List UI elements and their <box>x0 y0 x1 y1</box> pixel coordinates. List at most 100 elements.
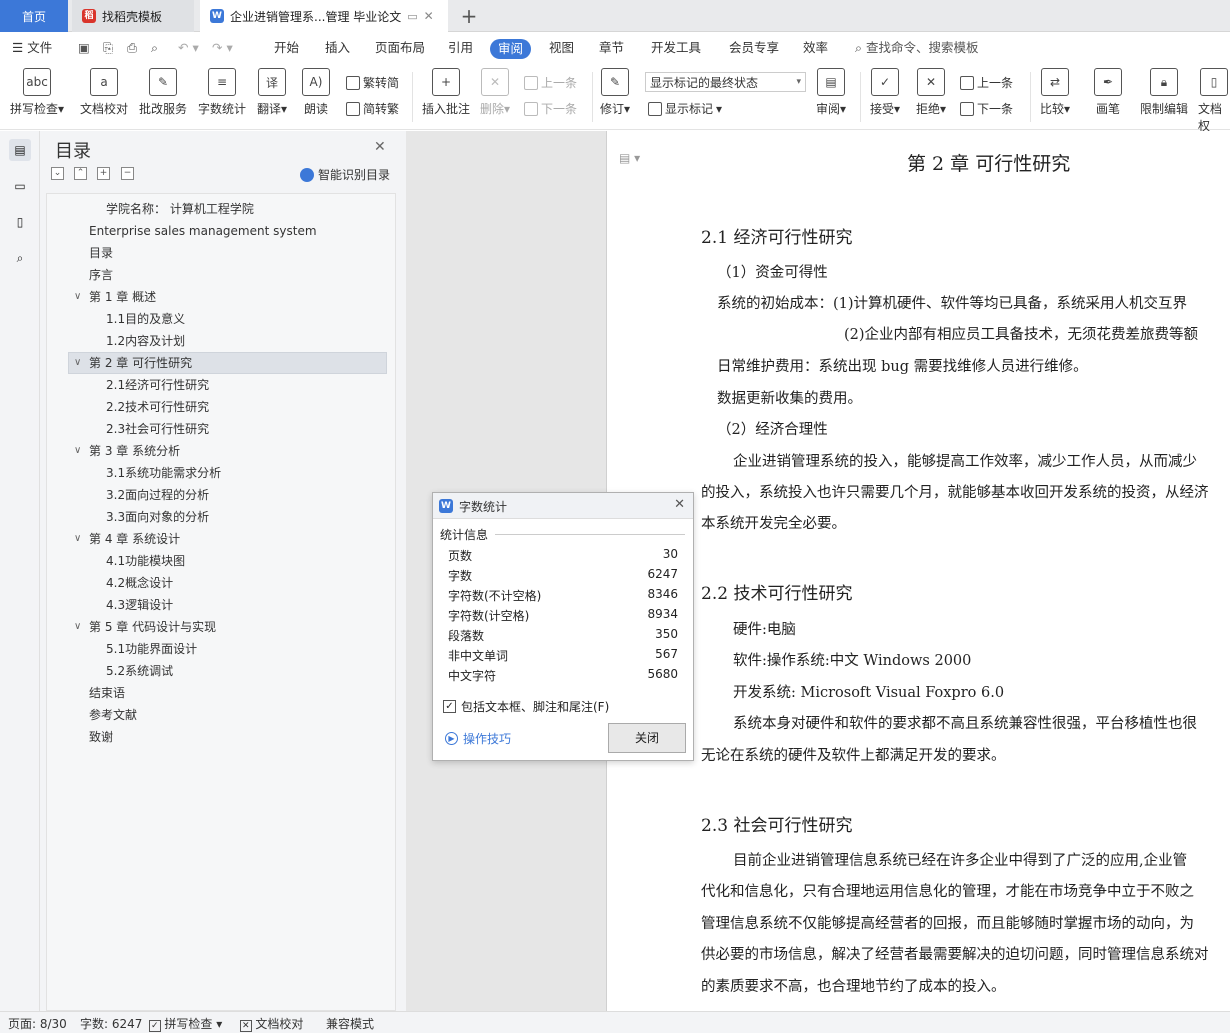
toc-item[interactable]: 第 5 章 代码设计与实现 <box>89 617 216 637</box>
toc-item[interactable]: 第 4 章 系统设计 <box>89 529 180 549</box>
toc-item[interactable]: 2.2技术可行性研究 <box>106 397 209 417</box>
word-count-button[interactable]: ≡ 字数统计 <box>198 68 246 117</box>
command-search[interactable]: ⌕ 查找命令、搜索模板 <box>855 38 979 58</box>
pen-button[interactable]: ✒ 画笔 <box>1094 68 1122 117</box>
save-icon[interactable]: ▣ <box>78 38 90 58</box>
print-icon[interactable]: ⎙ <box>127 38 137 58</box>
toc-item[interactable]: 第 1 章 概述 <box>89 287 156 307</box>
include-footnotes-checkbox[interactable]: ✓ 包括文本框、脚注和尾注(F) <box>443 698 609 715</box>
redo-icon[interactable]: ↷ ▾ <box>212 38 233 58</box>
to-simplified-button[interactable]: 简转繁 <box>346 100 399 117</box>
status-proofread[interactable]: ✕ 文档校对 <box>240 1015 303 1032</box>
accept-button[interactable]: ✓ 接受▾ <box>870 68 900 117</box>
bookmark-icon[interactable]: ▯ <box>9 211 31 233</box>
toc-item[interactable]: 4.2概念设计 <box>106 573 173 593</box>
file-menu[interactable]: ☰ 文件 <box>12 38 52 58</box>
undo-icon[interactable]: ↶ ▾ <box>178 38 199 58</box>
chevron-down-icon[interactable]: ∨ <box>74 621 81 632</box>
next-change-button[interactable]: 下一条 <box>960 100 1013 117</box>
accept-label: 接受 <box>870 102 895 116</box>
toc-item[interactable]: 第 2 章 可行性研究 <box>89 353 192 373</box>
new-tab-button[interactable]: + <box>452 0 486 32</box>
toc-item[interactable]: 5.2系统调试 <box>106 661 173 681</box>
delete-comment-button[interactable]: ✕ 删除▾ <box>480 68 510 117</box>
menu-item-start[interactable]: 开始 <box>274 38 299 58</box>
toc-item[interactable]: 目录 <box>89 243 113 263</box>
chapter-nav-icon[interactable]: ▭ <box>9 175 31 197</box>
smart-toc-button[interactable]: 智能识别目录 <box>300 166 390 183</box>
tab-template[interactable]: 稻 找稻壳模板 <box>72 0 194 32</box>
menu-item-review[interactable]: 审阅 <box>490 39 532 59</box>
spell-check-icon: abc <box>23 68 52 96</box>
print-preview-icon[interactable]: ⌕ <box>151 38 158 58</box>
toc-item[interactable]: Enterprise sales management system <box>89 221 317 241</box>
toc-item[interactable]: 4.1功能模块图 <box>106 551 185 571</box>
tab-document[interactable]: W 企业进销管理系...管理 毕业论文 ▭ ✕ <box>200 0 448 32</box>
remove-heading-icon[interactable]: − <box>121 167 134 180</box>
expand-up-icon[interactable]: ⌃ <box>74 167 87 180</box>
menu-item-references[interactable]: 引用 <box>448 38 473 58</box>
track-changes-button[interactable]: ✎ 修订▾ <box>600 68 630 117</box>
markup-display-select[interactable]: 显示标记的最终状态 ▾ <box>645 72 806 92</box>
paragraph-options-icon[interactable]: ▤ ▾ <box>619 151 640 165</box>
toc-item[interactable]: 4.3逻辑设计 <box>106 595 173 615</box>
to-traditional-button[interactable]: 繁转简 <box>346 74 399 91</box>
menu-item-devtools[interactable]: 开发工具 <box>651 38 701 58</box>
toc-panel-icon[interactable]: ▤ <box>9 139 31 161</box>
toc-item[interactable]: 第 3 章 系统分析 <box>89 441 180 461</box>
add-heading-icon[interactable]: + <box>97 167 110 180</box>
doc-permission-button[interactable]: ▯ 文档权 <box>1198 68 1230 134</box>
batch-service-button[interactable]: ✎ 批改服务 <box>139 68 187 117</box>
toc-item[interactable]: 1.1目的及意义 <box>106 309 185 329</box>
word-count-indicator[interactable]: 字数: 6247 <box>80 1015 142 1032</box>
translate-button[interactable]: 译翻译▾ <box>257 68 287 117</box>
collapse-all-icon[interactable]: ⌄ <box>51 167 64 180</box>
toc-item[interactable]: 结束语 <box>89 683 125 703</box>
toc-item[interactable]: 2.3社会可行性研究 <box>106 419 209 439</box>
menu-item-view[interactable]: 视图 <box>549 38 574 58</box>
menu-item-layout[interactable]: 页面布局 <box>375 38 425 58</box>
insert-comment-button[interactable]: + 插入批注 <box>422 68 470 117</box>
review-pane-button[interactable]: ▤ 审阅▾ <box>816 68 846 117</box>
close-icon[interactable]: ✕ <box>374 139 386 155</box>
toc-item[interactable]: 学院名称： 计算机工程学院 <box>106 199 254 219</box>
tab-close-icon[interactable]: ✕ <box>424 9 434 23</box>
menu-item-efficiency[interactable]: 效率 <box>803 38 828 58</box>
tips-link[interactable]: ▶ 操作技巧 <box>445 730 511 747</box>
toc-item[interactable]: 5.1功能界面设计 <box>106 639 197 659</box>
toc-item[interactable]: 1.2内容及计划 <box>106 331 185 351</box>
toc-item[interactable]: 3.3面向对象的分析 <box>106 507 209 527</box>
prev-comment-button[interactable]: 上一条 <box>524 74 577 91</box>
screen-icon[interactable]: ▭ <box>407 10 417 23</box>
spell-check-button[interactable]: abc 拼写检查▾ <box>10 68 64 117</box>
menu-item-member[interactable]: 会员专享 <box>729 38 779 58</box>
show-markup-button[interactable]: 显示标记 ▾ <box>648 100 722 117</box>
reject-button[interactable]: ✕ 拒绝▾ <box>916 68 946 117</box>
page-indicator[interactable]: 页面: 8/30 <box>8 1015 67 1032</box>
tab-home[interactable]: 首页 <box>0 0 68 32</box>
toc-item[interactable]: 3.2面向过程的分析 <box>106 485 209 505</box>
next-comment-button[interactable]: 下一条 <box>524 100 577 117</box>
proofread-button[interactable]: a 文档校对 <box>80 68 128 117</box>
chevron-down-icon[interactable]: ∨ <box>74 357 81 368</box>
toc-item[interactable]: 序言 <box>89 265 113 285</box>
dialog-titlebar[interactable]: W 字数统计 ✕ <box>433 493 693 519</box>
compare-button[interactable]: ⇄ 比较▾ <box>1040 68 1070 117</box>
prev-change-button[interactable]: 上一条 <box>960 74 1013 91</box>
toc-item[interactable]: 3.1系统功能需求分析 <box>106 463 221 483</box>
chevron-down-icon[interactable]: ∨ <box>74 291 81 302</box>
chevron-down-icon[interactable]: ∨ <box>74 533 81 544</box>
status-spell-check[interactable]: ✓ 拼写检查 ▾ <box>149 1015 222 1032</box>
toc-item[interactable]: 致谢 <box>89 727 113 747</box>
toc-item[interactable]: 2.1经济可行性研究 <box>106 375 209 395</box>
menu-item-insert[interactable]: 插入 <box>325 38 350 58</box>
menu-item-chapter[interactable]: 章节 <box>599 38 624 58</box>
close-icon[interactable]: ✕ <box>674 497 685 512</box>
close-button[interactable]: 关闭 <box>608 723 686 753</box>
restrict-editing-button[interactable]: 🔒︎ 限制编辑 <box>1140 68 1188 117</box>
read-aloud-button[interactable]: A) 朗读 <box>302 68 330 117</box>
chevron-down-icon[interactable]: ∨ <box>74 445 81 456</box>
search-icon[interactable]: ⌕ <box>9 247 31 269</box>
export-pdf-icon[interactable]: ⎘ <box>103 38 113 58</box>
toc-item[interactable]: 参考文献 <box>89 705 137 725</box>
